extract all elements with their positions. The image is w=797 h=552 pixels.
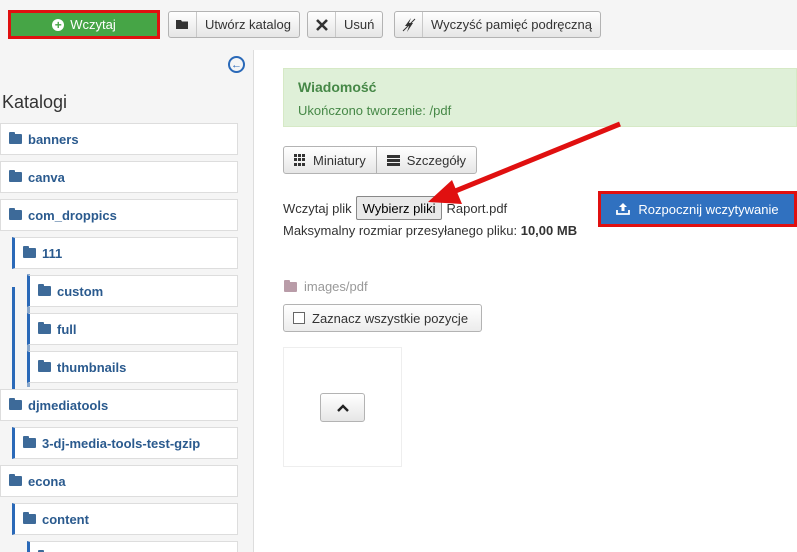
folder-icon [38,322,51,334]
tree-item-label: thumbnails [57,359,127,375]
toolbar: + Wczytaj Utwórz katalog Usuń Wyczyść pa… [0,0,797,50]
folder-icon [23,436,36,448]
plus-circle-icon: + [52,18,65,31]
tree-item-banners[interactable]: banners [0,123,238,155]
tree-item-full[interactable]: full [27,313,238,345]
tree-item-label: canva [28,169,65,185]
delete-button[interactable]: Usuń [307,11,384,38]
tree-item-label: full [57,321,77,337]
start-upload-label: Rozpocznij wczytywanie [638,201,779,217]
folder-icon [38,360,51,372]
current-path-label: images/pdf [304,279,368,294]
tree-item-thumbnails[interactable]: thumbnails [27,351,238,383]
max-size-value: 10,00 MB [520,223,578,238]
select-all-label: Zaznacz wszystkie pozycje [312,310,469,326]
folder-icon [9,208,22,220]
folder-icon [9,474,22,486]
details-view-button[interactable]: Szczegóły [375,147,476,173]
go-up-button[interactable] [320,393,365,422]
folder-icon [23,512,36,524]
success-message: Wiadomość Ukończono tworzenie: /pdf [283,68,797,127]
view-toggle: Miniatury Szczegóły [283,146,477,174]
sidebar: ← Katalogi banners canva com_droppics 11… [0,50,254,552]
max-size-label: Maksymalny rozmiar przesyłanego pliku: [283,223,518,238]
thumbnails-view-label: Miniatury [313,152,366,168]
folder-icon [9,170,22,182]
grid-icon [294,154,306,166]
tree-item-canva[interactable]: canva [0,161,238,193]
create-folder-label: Utwórz katalog [205,17,291,32]
upload-icon [616,203,631,215]
folder-icon [169,12,197,37]
clear-cache-button[interactable]: Wyczyść pamięć podręczną [394,11,601,38]
upload-row: Wczytaj plik Wybierz pliki Raport.pdf [283,196,507,220]
create-folder-button[interactable]: Utwórz katalog [168,11,300,38]
tree-item-label: banners [28,131,79,147]
tree-item-label: custom [57,283,104,299]
delete-label: Usuń [344,17,375,32]
select-all-checkbox[interactable] [293,312,305,324]
folder-icon [23,246,36,258]
upload-file-label: Wczytaj plik [283,200,352,216]
upload-button[interactable]: + Wczytaj [8,10,160,39]
message-heading: Wiadomość [298,79,377,95]
tree-item-djmediatools[interactable]: djmediatools [0,389,238,421]
tree-item-label: econa [28,473,66,489]
max-upload-size: Maksymalny rozmiar przesyłanego pliku: 1… [283,223,577,238]
chevron-up-icon [336,400,349,415]
message-body: Ukończono tworzenie: /pdf [298,103,452,118]
tree-item-label: djmediatools [28,397,109,413]
tree-item-111[interactable]: 111 [12,237,238,269]
upload-button-label: Wczytaj [70,17,116,32]
select-all-button[interactable]: Zaznacz wszystkie pozycje [283,304,482,332]
sidebar-title: Katalogi [2,92,68,112]
tree-item-label: com_droppics [28,207,117,223]
flash-icon [395,12,423,37]
choose-files-button[interactable]: Wybierz pliki [355,196,443,220]
tree-item-com-droppics[interactable]: com_droppics [0,199,238,231]
start-upload-button[interactable]: Rozpocznij wczytywanie [598,191,797,227]
tree-connector [12,287,15,397]
tree-item-label: 111 [42,245,63,261]
tree-item-label: 3-dj-media-tools-test-gzip [42,435,201,451]
x-icon [308,12,336,37]
clear-cache-label: Wyczyść pamięć podręczną [431,17,592,32]
tree-item-3-dj-media-tools-test-gzip[interactable]: 3-dj-media-tools-test-gzip [12,427,238,459]
tree-item-econa[interactable]: econa [0,465,238,497]
folder-icon [9,398,22,410]
arrow-left-circle-icon[interactable]: ← [228,56,245,73]
list-icon [386,154,400,166]
thumbnails-view-button[interactable]: Miniatury [284,147,376,173]
folder-icon [9,132,22,144]
tree-item-label: content [42,511,89,527]
selected-file-name: Raport.pdf [446,200,508,216]
tree-item-content[interactable]: content [12,503,238,535]
tree-item-partial[interactable] [27,541,238,552]
tree-item-custom[interactable]: custom [27,275,238,307]
folder-icon [284,279,297,292]
current-path: images/pdf [283,279,368,294]
details-view-label: Szczegóły [406,152,466,168]
folder-icon [38,284,51,296]
parent-folder-tile[interactable] [283,347,402,467]
